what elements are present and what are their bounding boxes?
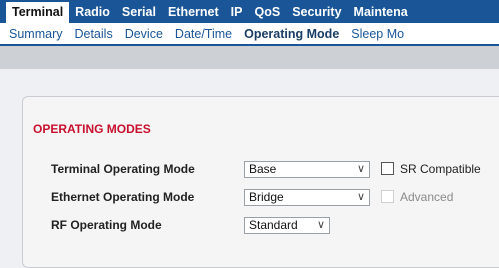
top-navigation-bar: Terminal Radio Serial Ethernet IP QoS Se… [0, 0, 499, 23]
advanced-label: Advanced [400, 190, 454, 204]
chevron-down-icon: ∨ [356, 163, 365, 175]
rf-operating-mode-value: Standard [249, 218, 298, 232]
sub-navigation-bar: Summary Details Device Date/Time Operati… [0, 23, 499, 44]
sr-compatible-checkbox[interactable] [381, 162, 394, 175]
tab-radio[interactable]: Radio [69, 2, 116, 23]
tab-qos[interactable]: QoS [248, 2, 286, 23]
terminal-operating-mode-value: Base [249, 162, 277, 176]
terminal-operating-mode-label: Terminal Operating Mode [51, 162, 195, 176]
rf-operating-mode-label: RF Operating Mode [51, 218, 162, 232]
section-title: OPERATING MODES [33, 122, 151, 136]
terminal-operating-mode-select[interactable]: Base ∨ [244, 161, 370, 178]
subtab-date-time[interactable]: Date/Time [169, 27, 238, 41]
subtab-operating-mode[interactable]: Operating Mode [238, 27, 345, 41]
tab-terminal[interactable]: Terminal [6, 2, 70, 23]
tab-ethernet[interactable]: Ethernet [162, 2, 225, 23]
ethernet-operating-mode-label: Ethernet Operating Mode [51, 190, 195, 204]
subtab-device[interactable]: Device [119, 27, 169, 41]
tab-ip[interactable]: IP [225, 2, 249, 23]
subtab-summary[interactable]: Summary [0, 27, 68, 41]
toolbar-band [0, 46, 499, 69]
subtab-details[interactable]: Details [68, 27, 118, 41]
tab-serial[interactable]: Serial [116, 2, 162, 23]
subtab-sleep-mode[interactable]: Sleep Mo [345, 27, 410, 41]
chevron-down-icon: ∨ [316, 219, 325, 231]
advanced-checkbox[interactable] [381, 190, 394, 203]
tab-maintenance[interactable]: Maintena [348, 2, 414, 23]
ethernet-operating-mode-value: Bridge [249, 190, 284, 204]
sr-compatible-label: SR Compatible [400, 162, 481, 176]
chevron-down-icon: ∨ [356, 191, 365, 203]
tab-security[interactable]: Security [286, 2, 347, 23]
ethernet-operating-mode-select[interactable]: Bridge ∨ [244, 189, 370, 206]
rf-operating-mode-select[interactable]: Standard ∨ [244, 217, 330, 234]
